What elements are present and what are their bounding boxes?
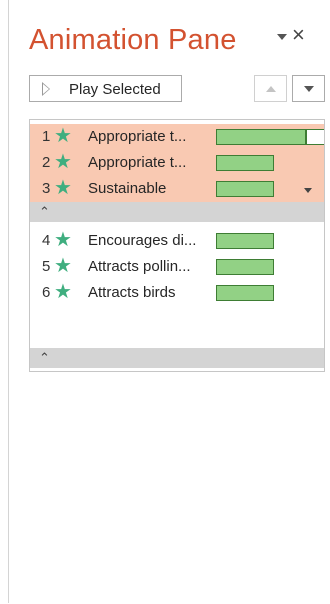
item-number: 5 xyxy=(42,258,51,275)
item-name: Attracts birds xyxy=(88,284,176,301)
move-later-button[interactable] xyxy=(292,75,325,102)
timing-bar-end xyxy=(306,129,324,145)
timing-bar[interactable] xyxy=(216,155,274,171)
timing-bar[interactable] xyxy=(216,129,306,145)
animation-item[interactable]: 2 ★ Appropriate t... xyxy=(30,150,324,176)
item-number: 1 xyxy=(42,128,51,145)
star-icon: ★ xyxy=(54,281,72,303)
timing-bar[interactable] xyxy=(216,259,274,275)
collapse-chevron-icon[interactable]: ⌃ xyxy=(39,349,50,367)
timing-bar[interactable] xyxy=(216,181,274,197)
star-icon: ★ xyxy=(54,125,72,147)
play-icon xyxy=(42,82,50,96)
animation-item[interactable]: 4 ★ Encourages di... xyxy=(30,228,324,254)
item-number: 2 xyxy=(42,154,51,171)
item-number: 6 xyxy=(42,284,51,301)
animation-item[interactable]: 3 ★ Sustainable xyxy=(30,176,324,202)
animation-pane: Animation Pane × Play Selected 1 ★ Appro… xyxy=(8,0,329,603)
item-dropdown-icon[interactable] xyxy=(304,188,312,193)
animation-list[interactable]: 1 ★ Appropriate t... 2 ★ Appropriate t..… xyxy=(29,119,325,372)
item-name: Appropriate t... xyxy=(88,154,187,171)
play-selected-button[interactable]: Play Selected xyxy=(29,75,182,102)
timing-bar[interactable] xyxy=(216,285,274,301)
triangle-down-icon xyxy=(304,86,314,92)
item-name: Encourages di... xyxy=(88,232,197,249)
star-icon: ★ xyxy=(54,177,72,199)
star-icon: ★ xyxy=(54,255,72,277)
animation-item[interactable]: 5 ★ Attracts pollin... xyxy=(30,254,324,280)
group-separator[interactable]: ⌃ xyxy=(30,348,324,368)
item-number: 4 xyxy=(42,232,51,249)
timing-bar[interactable] xyxy=(216,233,274,249)
star-icon: ★ xyxy=(54,151,72,173)
move-earlier-button[interactable] xyxy=(254,75,287,102)
group-separator[interactable]: ⌃ xyxy=(30,202,324,222)
collapse-chevron-icon[interactable]: ⌃ xyxy=(39,203,50,221)
item-number: 3 xyxy=(42,180,51,197)
animation-item[interactable]: 1 ★ Appropriate t... xyxy=(30,124,324,150)
item-name: Sustainable xyxy=(88,180,167,197)
item-name: Attracts pollin... xyxy=(88,258,191,275)
item-name: Appropriate t... xyxy=(88,128,187,145)
star-icon: ★ xyxy=(54,229,72,251)
close-icon[interactable]: × xyxy=(292,24,305,46)
pane-title: Animation Pane xyxy=(29,24,237,56)
pane-options-icon[interactable] xyxy=(277,34,287,40)
triangle-up-icon xyxy=(266,86,276,92)
animation-item[interactable]: 6 ★ Attracts birds xyxy=(30,280,324,306)
play-selected-label: Play Selected xyxy=(69,81,161,98)
